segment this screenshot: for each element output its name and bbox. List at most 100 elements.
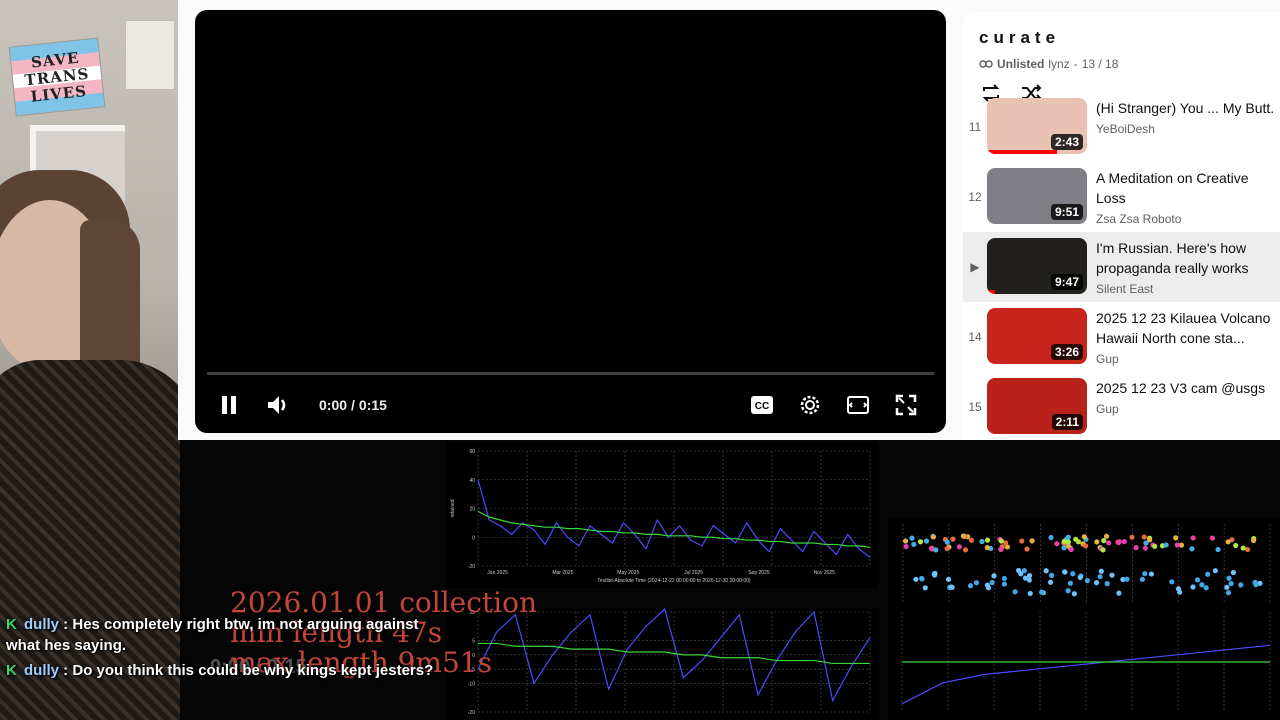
scatter-point: [1199, 582, 1205, 588]
video-title[interactable]: A Meditation on Creative Loss: [1096, 168, 1280, 208]
current-time: 0:00: [319, 397, 348, 413]
y-tick-label: -10: [468, 681, 475, 687]
settings-icon: [800, 395, 820, 415]
scatter-point: [967, 583, 974, 589]
video-thumbnail[interactable]: 9:47: [987, 238, 1087, 294]
scatter-point: [933, 547, 939, 553]
pause-button[interactable]: [213, 389, 245, 421]
x-tick-label: Jul 2025: [684, 570, 703, 576]
scatter-point: [1077, 574, 1083, 581]
scatter-point: [984, 582, 990, 588]
theater-mode-button[interactable]: [842, 389, 874, 421]
scatter-point: [1097, 574, 1103, 580]
video-thumbnail[interactable]: 2:43: [987, 98, 1087, 154]
y-tick-label: 0: [472, 535, 475, 541]
duration-badge: 3:26: [1050, 344, 1083, 360]
captions-button[interactable]: CC: [746, 389, 778, 421]
scatter-point: [1061, 545, 1067, 551]
scatter-point: [1215, 546, 1221, 553]
scatter-point: [1142, 545, 1148, 551]
scatter-point: [991, 573, 997, 579]
video-title[interactable]: (Hi Stranger) You ... My Butt.: [1096, 98, 1280, 118]
scatter-point: [1212, 568, 1218, 574]
x-tick-label: Sep 2025: [748, 570, 770, 576]
scatter-point: [1104, 581, 1110, 587]
playlist-owner[interactable]: lynz: [1048, 57, 1069, 71]
watch-progress: [987, 290, 995, 294]
theater-mode-icon: [847, 396, 869, 414]
channel-name[interactable]: Gup: [1096, 352, 1280, 366]
save-trans-lives-sign: SAVE TRANS LIVES: [8, 37, 106, 117]
chat-username: dully: [24, 662, 60, 679]
scatter-point: [1224, 584, 1230, 590]
chart-svg: [902, 524, 1271, 604]
channel-name[interactable]: Zsa Zsa Roboto: [1096, 212, 1280, 226]
scatter-point: [1068, 546, 1074, 553]
channel-name[interactable]: YeBoiDesh: [1096, 122, 1280, 136]
scatter-point: [956, 544, 962, 550]
playlist-item[interactable]: 12 9:51 A Meditation on Creative Loss Zsa Z…: [963, 162, 1280, 232]
fullscreen-button[interactable]: [890, 389, 922, 421]
scatter-point: [1061, 538, 1067, 544]
scatter-point: [1024, 546, 1030, 552]
video-title[interactable]: 2025 12 23 Kilauea Volcano Hawaii North …: [1096, 308, 1280, 348]
y-axis-label: retained: [450, 499, 456, 517]
video-thumbnail[interactable]: 9:51: [987, 168, 1087, 224]
settings-button[interactable]: [794, 389, 826, 421]
scatter-point: [1148, 571, 1155, 577]
video-thumbnail[interactable]: 2:11: [987, 378, 1087, 434]
scatter-point: [1027, 590, 1033, 597]
channel-name[interactable]: Gup: [1096, 402, 1280, 416]
scatter-point: [1129, 534, 1135, 540]
playlist-item[interactable]: 14 3:26 2025 12 23 Kilauea Volcano Hawaii …: [963, 302, 1280, 372]
scatter-point: [903, 543, 909, 550]
playlist-title[interactable]: curate: [979, 28, 1280, 48]
scatter-point: [1043, 568, 1049, 574]
scatter-point: [1152, 543, 1158, 549]
scatter-point: [1071, 591, 1077, 597]
stream-layout: SAVE TRANS LIVES 0:00/0:15 CC curate Unl…: [0, 0, 1280, 720]
duration: 0:15: [358, 397, 387, 413]
scatter-point: [1048, 534, 1054, 541]
x-tick-label: May 2025: [617, 570, 639, 576]
time-display: 0:00/0:15: [319, 397, 387, 413]
scatter-point: [1019, 538, 1025, 544]
scatter-point: [1047, 579, 1054, 585]
playlist-item[interactable]: 11 2:43 (Hi Stranger) You ... My Butt. YeBo…: [963, 92, 1280, 162]
volume-icon: [268, 396, 286, 414]
y-tick-label: 60: [469, 449, 475, 455]
video-player[interactable]: 0:00/0:15 CC: [195, 10, 946, 433]
x-tick-label: Mar 2025: [552, 570, 573, 576]
video-thumbnail[interactable]: 3:26: [987, 308, 1087, 364]
scatter-point: [1018, 571, 1024, 577]
scatter-point: [998, 546, 1004, 552]
duration-badge: 9:47: [1050, 274, 1083, 290]
scatter-point: [1084, 578, 1090, 584]
scatter-point: [1039, 589, 1045, 595]
scatter-point: [1029, 538, 1035, 544]
chat-text: Do you think this could be why kings kep…: [72, 662, 434, 679]
playlist-item[interactable]: ▶ 9:47 I'm Russian. Here's how propaganda …: [963, 232, 1280, 302]
scatter-point: [1225, 590, 1232, 596]
channel-name[interactable]: Silent East: [1096, 282, 1280, 296]
video-title[interactable]: 2025 12 23 V3 cam @usgs: [1096, 378, 1280, 398]
chat-message: Kdully : Hes completely right btw, im no…: [6, 616, 419, 654]
pause-icon: [222, 396, 236, 414]
scatter-point: [1189, 546, 1195, 552]
scatter-point: [1225, 539, 1231, 545]
playlist-item-index: 14: [968, 330, 982, 344]
volume-button[interactable]: [263, 389, 295, 421]
kick-badge-icon: K: [6, 662, 17, 679]
scatter-point: [909, 535, 915, 541]
chart-svg: [901, 612, 1271, 712]
kick-badge-icon: K: [6, 616, 17, 633]
video-title[interactable]: I'm Russian. Here's how propaganda reall…: [1096, 238, 1280, 278]
playlist-item[interactable]: 15 2:11 2025 12 23 V3 cam @usgs Gup: [963, 372, 1280, 440]
duration-badge: 2:43: [1050, 134, 1083, 150]
scatter-point: [1048, 572, 1055, 578]
progress-bar[interactable]: [207, 372, 934, 375]
scatter-point: [1116, 590, 1122, 596]
scatter-point: [1081, 534, 1087, 540]
y-tick-label: -20: [468, 710, 475, 716]
scatter-point: [1070, 571, 1076, 577]
